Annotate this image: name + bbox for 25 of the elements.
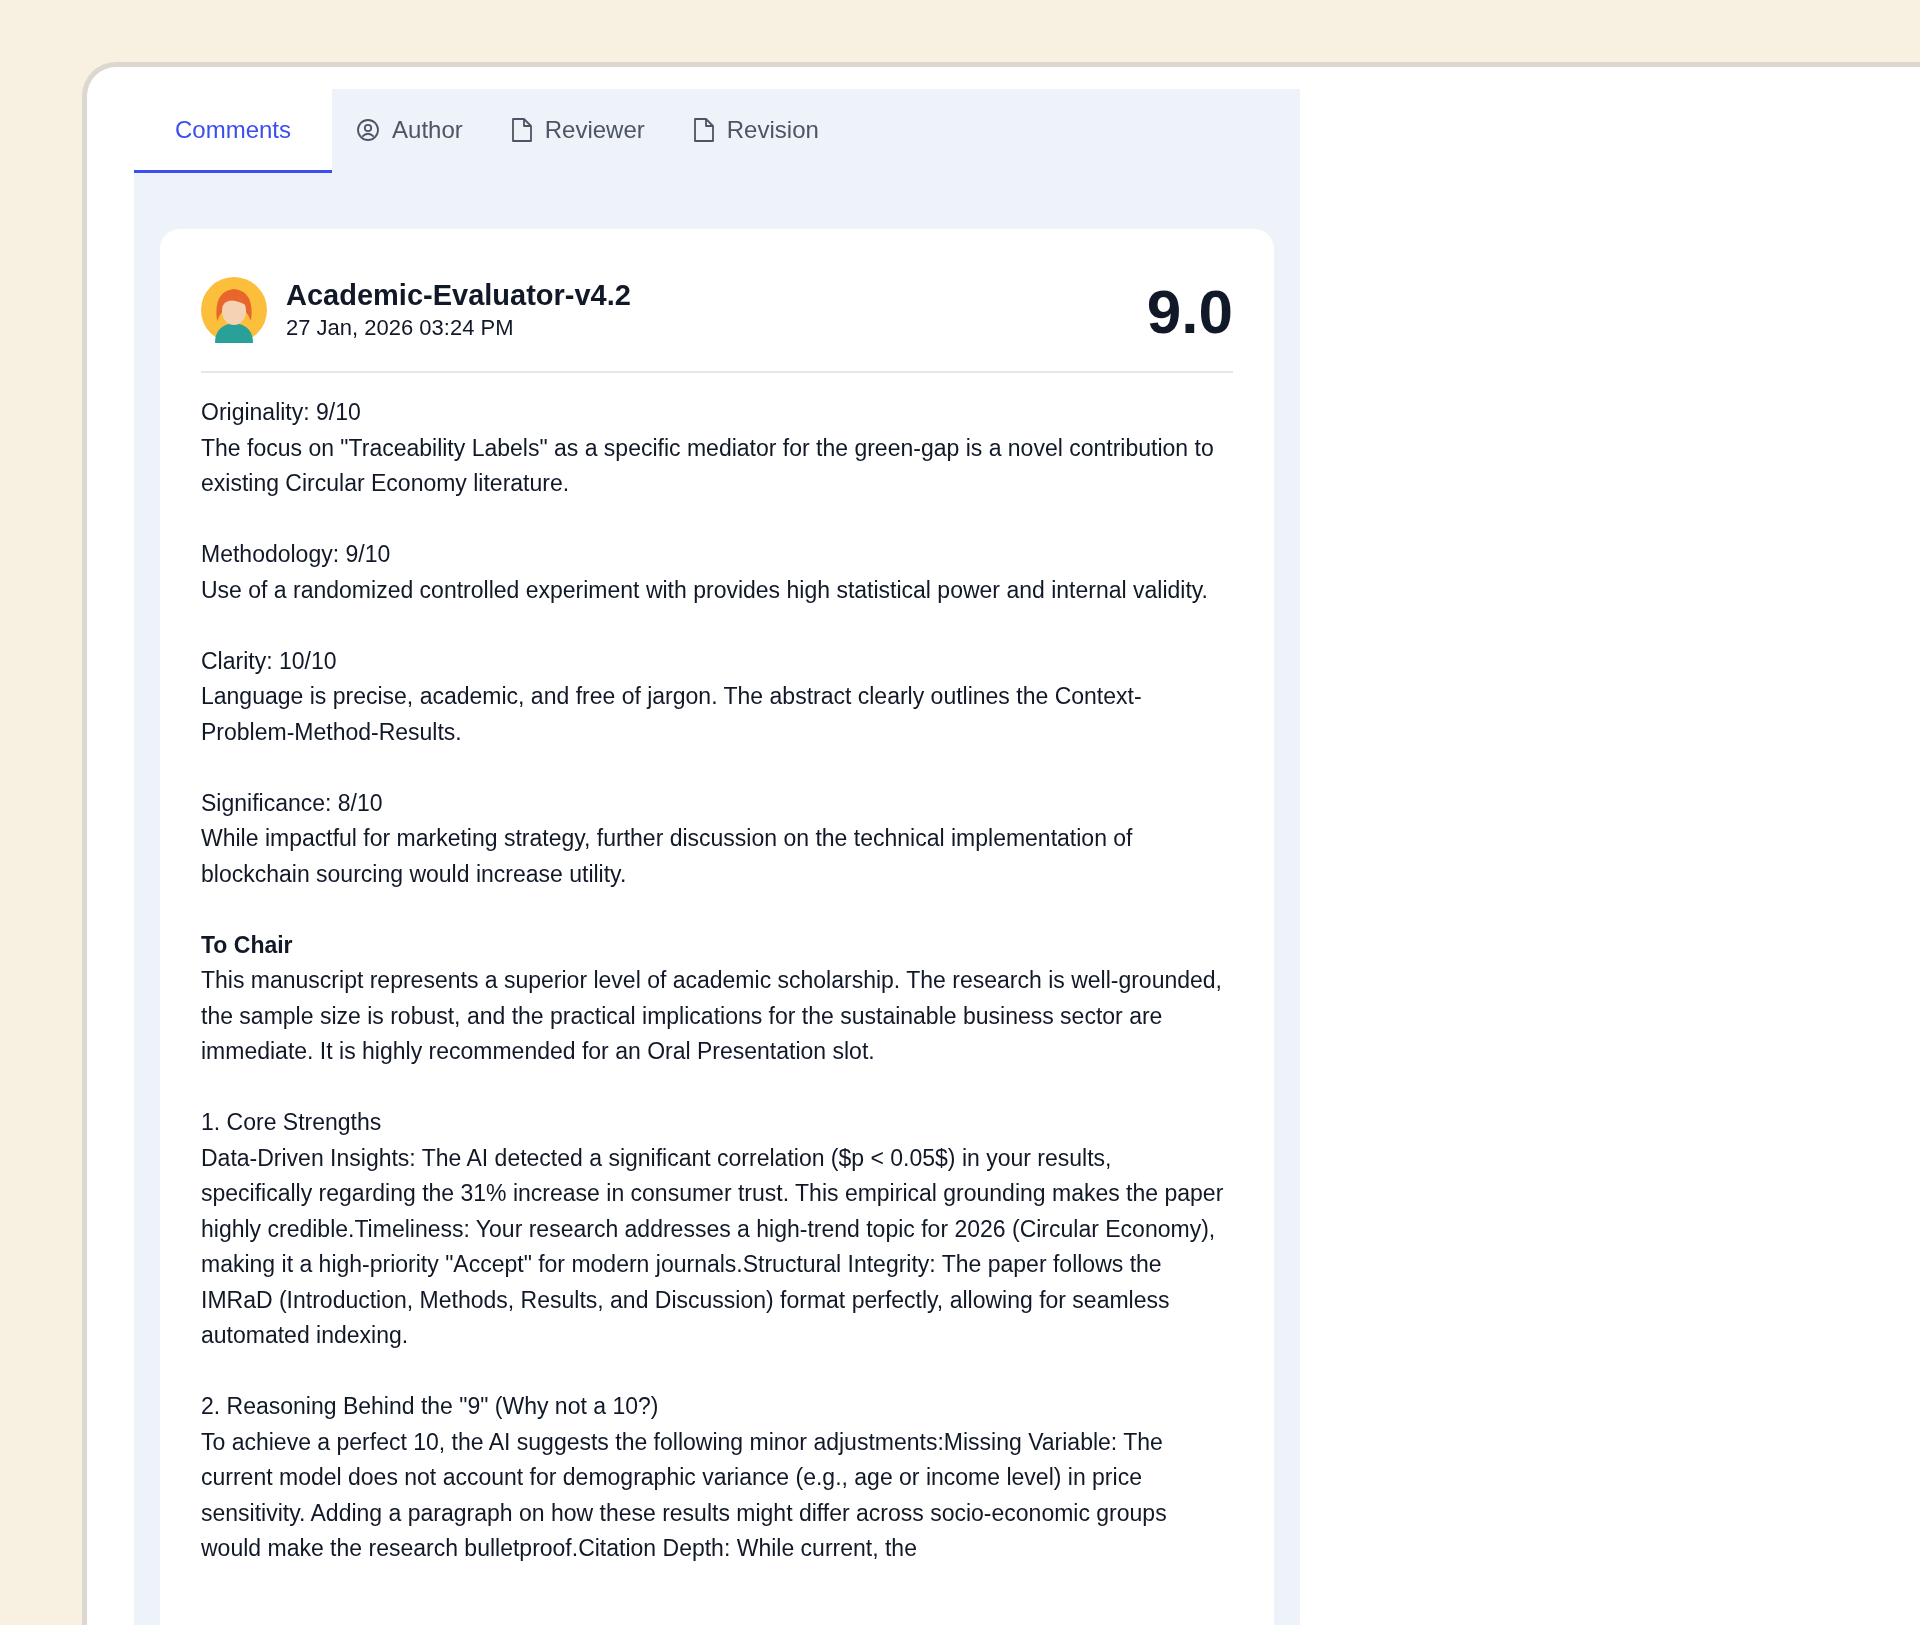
tab[interactable]: Reviewer (486, 89, 669, 173)
review-date: 27 Jan, 2026 03:24 PM (286, 314, 515, 342)
review-score: 9.0 (1146, 277, 1233, 347)
criterion-label: 2. Reasoning Behind the "9" (Why not a 10?) (201, 1392, 660, 1421)
document-icon (692, 116, 715, 143)
comment-paragraph: Data-Driven Insights: The AI detected a significant correlation ($p < 0.05$) in your results, specifically regarding the 31% increase in consumer trust. This empirical grounding makes the paper highly credible.Timeliness: Your research addresses a high-trend topic for 2026 (Circular Economy), making it a high-priority "Accept" for modern journals.Structural Integrity: The paper follows the IMRaD (Introduction, Methods, Results, and Discussion) format perfectly, allowing for seamless automated indexing. (201, 1143, 1225, 1350)
document-icon (510, 116, 533, 143)
reviewer-name: Academic-Evaluator-v4.2 (286, 278, 631, 313)
user-icon (356, 117, 381, 142)
comment-paragraph: While impactful for marketing strategy, further discussion on the technical implementation of blockchain sourcing would increase utility. (201, 824, 1134, 889)
comment-paragraph: To achieve a perfect 10, the AI suggests the following minor adjustments:Missing Variable: The current model does not account for demographic variance (e.g., age or income level) in price sensitivity. Adding a paragraph on how these results might differ across socio-economic groups would make the research bulletproof.Citation Depth: While current, the (201, 1427, 1168, 1563)
criterion-label: Clarity: 10/10 (201, 646, 338, 676)
tab[interactable]: Author (332, 89, 487, 173)
criterion-label: 1. Core Strengths (201, 1108, 383, 1137)
tab[interactable]: Revision (668, 89, 843, 173)
comment-paragraph: Language is precise, academic, and free of jargon. The abstract clearly outlines the Context-Problem-Method-Results. (201, 682, 1143, 747)
comment-paragraph: The focus on "Traceability Labels" as a specific mediator for the green-gap is a novel contribution to existing Circular Economy literature. (201, 433, 1215, 498)
comment-paragraph: Use of a randomized controlled experiment with provides high statistical power and internal validity. (201, 575, 1209, 605)
criterion-label: Significance: 8/10 (201, 788, 384, 818)
criterion-label: Originality: 9/10 (201, 398, 362, 427)
avatar-icon (201, 277, 267, 343)
tab[interactable]: Comments (134, 89, 333, 173)
criterion-label: Methodology: 9/10 (201, 540, 392, 569)
comment-paragraph: This manuscript represents a superior level of academic scholarship. The research is well-grounded, the sample size is robust, and the practical implications for the sustainable business sector are immediate. It is highly recommended for an Oral Presentation slot. (201, 966, 1223, 1066)
section-heading: To Chair (201, 930, 294, 960)
